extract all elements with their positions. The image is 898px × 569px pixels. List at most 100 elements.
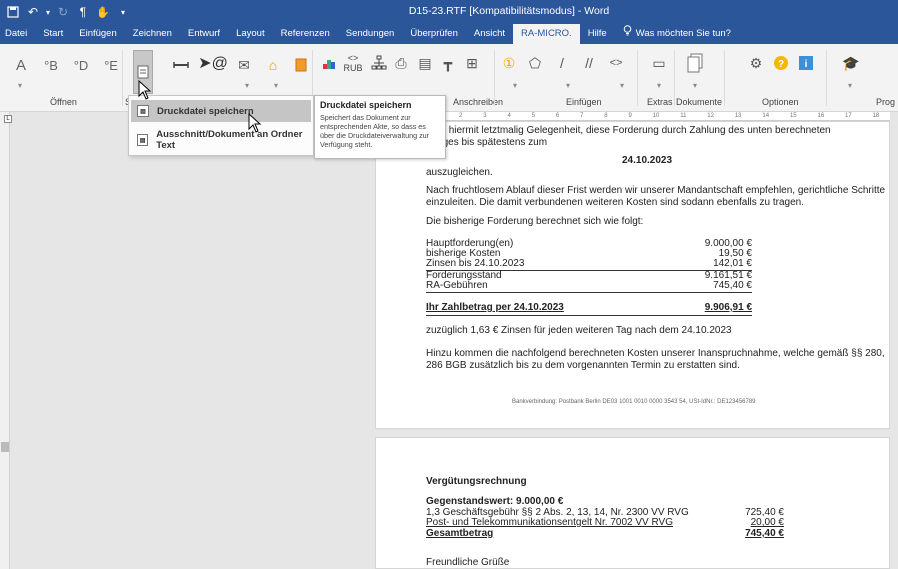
tab-datei[interactable]: Datei bbox=[0, 24, 35, 44]
tooltip-body: Speichert das Dokument zur entsprechende… bbox=[320, 113, 430, 149]
mail-icon[interactable]: ✉ bbox=[233, 54, 255, 76]
document-title: D15-23.RTF [Kompatibilitätsmodus] - Word bbox=[408, 5, 610, 17]
send-email-icon[interactable]: ➤@ bbox=[198, 52, 228, 74]
menu-item-label: Ausschnitt/Dokument an Ordner Text bbox=[156, 129, 303, 151]
menu-item-label: Druckdatei speichern bbox=[157, 105, 254, 117]
tab-ueberpruefen[interactable]: Überprüfen bbox=[402, 24, 466, 44]
svg-text:?: ? bbox=[778, 59, 784, 70]
horizontal-ruler[interactable]: 21123456789101112131415161718 bbox=[376, 112, 890, 121]
document-page-1[interactable]: r geben hiermit letztmalig Gelegenheit, … bbox=[375, 121, 890, 429]
print-file-icon: ▤ bbox=[137, 105, 149, 117]
letter-b-label: °B bbox=[44, 57, 58, 73]
chevron-down-icon[interactable]: ▾ bbox=[274, 81, 278, 90]
closing-greeting: Freundliche Grüße bbox=[426, 557, 510, 568]
rub-label: RUB bbox=[343, 63, 363, 73]
number-one-icon[interactable]: ① bbox=[498, 52, 520, 74]
claim-row-label: Zinsen bis 24.10.2023 bbox=[426, 258, 525, 269]
lightbulb-icon bbox=[623, 24, 632, 44]
body-line: auszugleichen. bbox=[426, 167, 493, 178]
document-orange-icon[interactable] bbox=[290, 54, 312, 76]
tab-hilfe[interactable]: Hilfe bbox=[580, 24, 615, 44]
print-preview-icon[interactable]: ⎙ bbox=[390, 52, 412, 74]
total-label: Ihr Zahlbetrag per 24.10.2023 bbox=[426, 302, 564, 313]
double-slash-icon[interactable]: // bbox=[578, 52, 600, 74]
body-paragraph: Nach fruchtlosem Ablauf dieser Frist wer… bbox=[426, 185, 886, 208]
table-insert-icon[interactable]: ┳ bbox=[437, 52, 459, 74]
deadline-date: 24.10.2023 bbox=[622, 155, 673, 166]
chevron-down-icon[interactable]: ▾ bbox=[693, 81, 697, 90]
menu-item-ausschnitt-dokument[interactable]: ▤ Ausschnitt/Dokument an Ordner Text bbox=[131, 129, 311, 151]
letter-e-icon[interactable]: °E bbox=[100, 54, 122, 76]
tab-selector[interactable]: L bbox=[4, 115, 12, 123]
invoice-heading: Vergütungsrechnung bbox=[426, 476, 527, 487]
diamond-code-icon[interactable]: <> bbox=[605, 52, 627, 74]
documents-icon[interactable] bbox=[683, 50, 707, 76]
vertical-ruler[interactable] bbox=[0, 112, 10, 569]
tab-layout[interactable]: Layout bbox=[228, 24, 273, 44]
tab-referenzen[interactable]: Referenzen bbox=[273, 24, 338, 44]
merge-field-icon[interactable]: ⊞ bbox=[461, 52, 483, 74]
claim-row-value: 142,01 € bbox=[713, 258, 752, 269]
house-icon[interactable]: ⌂ bbox=[262, 54, 284, 76]
menu-item-druckdatei-speichern[interactable]: ▤ Druckdatei speichern bbox=[131, 100, 311, 122]
graduation-cap-icon[interactable]: 🎓 bbox=[840, 52, 862, 74]
fee-total-value: 745,40 € bbox=[745, 528, 784, 539]
body-line: Die bisherige Forderung berechnet sich w… bbox=[426, 216, 644, 227]
group-separator bbox=[122, 50, 123, 106]
chevron-down-icon[interactable]: ▾ bbox=[848, 81, 852, 90]
info-icon[interactable]: i bbox=[795, 52, 817, 74]
org-chart-icon[interactable] bbox=[368, 52, 390, 74]
slash-icon[interactable]: / bbox=[551, 52, 573, 74]
tooltip: Druckdatei speichern Speichert das Dokum… bbox=[314, 95, 446, 159]
document-page-2[interactable]: Vergütungsrechnung Gegenstandswert: 9.00… bbox=[375, 437, 890, 569]
claim-row-value: 745,40 € bbox=[713, 280, 752, 291]
group-separator bbox=[674, 50, 675, 106]
letter-d-label: °D bbox=[73, 57, 89, 73]
divider bbox=[426, 292, 752, 293]
tab-zeichnen[interactable]: Zeichnen bbox=[125, 24, 180, 44]
tooltip-title: Druckdatei speichern bbox=[320, 100, 412, 110]
group-label-anschreiben: Anschreiben bbox=[453, 97, 504, 107]
group-label-einfuegen: Einfügen bbox=[566, 97, 602, 107]
dash-icon[interactable] bbox=[170, 54, 192, 76]
stamp-icon[interactable]: ⬠ bbox=[524, 52, 546, 74]
svg-text:i: i bbox=[805, 59, 808, 70]
group-label-oeffnen: Öffnen bbox=[50, 97, 77, 107]
print-file-dropdown-menu: ▤ Druckdatei speichern ▤ Ausschnitt/Doku… bbox=[128, 95, 314, 156]
title-bar: ↶ ▾ ↻ ¶ ✋ ▾ D15-23.RTF [Kompatibilitätsm… bbox=[0, 0, 898, 24]
rub-currency-icon[interactable]: <> RUB bbox=[340, 48, 366, 78]
group-separator bbox=[637, 50, 638, 106]
letter-b-icon[interactable]: °B bbox=[40, 54, 62, 76]
tab-sendungen[interactable]: Sendungen bbox=[338, 24, 403, 44]
group-label-extras: Extras bbox=[647, 97, 673, 107]
tell-me-search[interactable]: Was möchten Sie tun? bbox=[615, 24, 739, 44]
extras-document-icon[interactable]: ▭ bbox=[648, 52, 670, 74]
mouse-cursor-icon bbox=[248, 113, 262, 133]
interest-note: zuzüglich 1,63 € Zinsen für jeden weiter… bbox=[426, 325, 732, 336]
group-separator bbox=[826, 50, 827, 106]
letter-d-icon[interactable]: °D bbox=[70, 54, 92, 76]
letter-a-icon[interactable]: A bbox=[10, 54, 32, 76]
tab-entwurf[interactable]: Entwurf bbox=[180, 24, 228, 44]
help-icon[interactable]: ? bbox=[770, 52, 792, 74]
fee-total-label: Gesamtbetrag bbox=[426, 528, 494, 539]
chart-icon[interactable] bbox=[318, 52, 340, 74]
group-label-optionen: Optionen bbox=[762, 97, 799, 107]
body-line: r geben hiermit letztmalig Gelegenheit, … bbox=[412, 125, 831, 136]
mouse-cursor-icon bbox=[138, 80, 152, 100]
chevron-down-icon[interactable]: ▾ bbox=[18, 81, 22, 90]
tab-ra-micro[interactable]: RA-MICRO. bbox=[513, 24, 580, 44]
form-icon[interactable]: ▤ bbox=[414, 52, 436, 74]
chevron-down-icon[interactable]: ▾ bbox=[513, 81, 517, 90]
gear-icon[interactable]: ⚙ bbox=[745, 52, 767, 74]
tab-einfuegen[interactable]: Einfügen bbox=[71, 24, 125, 44]
tab-ansicht[interactable]: Ansicht bbox=[466, 24, 513, 44]
group-label-prog: Prog bbox=[876, 97, 896, 107]
chevron-down-icon[interactable]: ▾ bbox=[657, 81, 661, 90]
group-separator bbox=[494, 50, 495, 106]
tab-start[interactable]: Start bbox=[35, 24, 71, 44]
chevron-down-icon[interactable]: ▾ bbox=[620, 81, 624, 90]
chevron-down-icon[interactable]: ▾ bbox=[566, 81, 570, 90]
letter-e-label: °E bbox=[104, 57, 118, 73]
chevron-down-icon[interactable]: ▾ bbox=[245, 81, 249, 90]
